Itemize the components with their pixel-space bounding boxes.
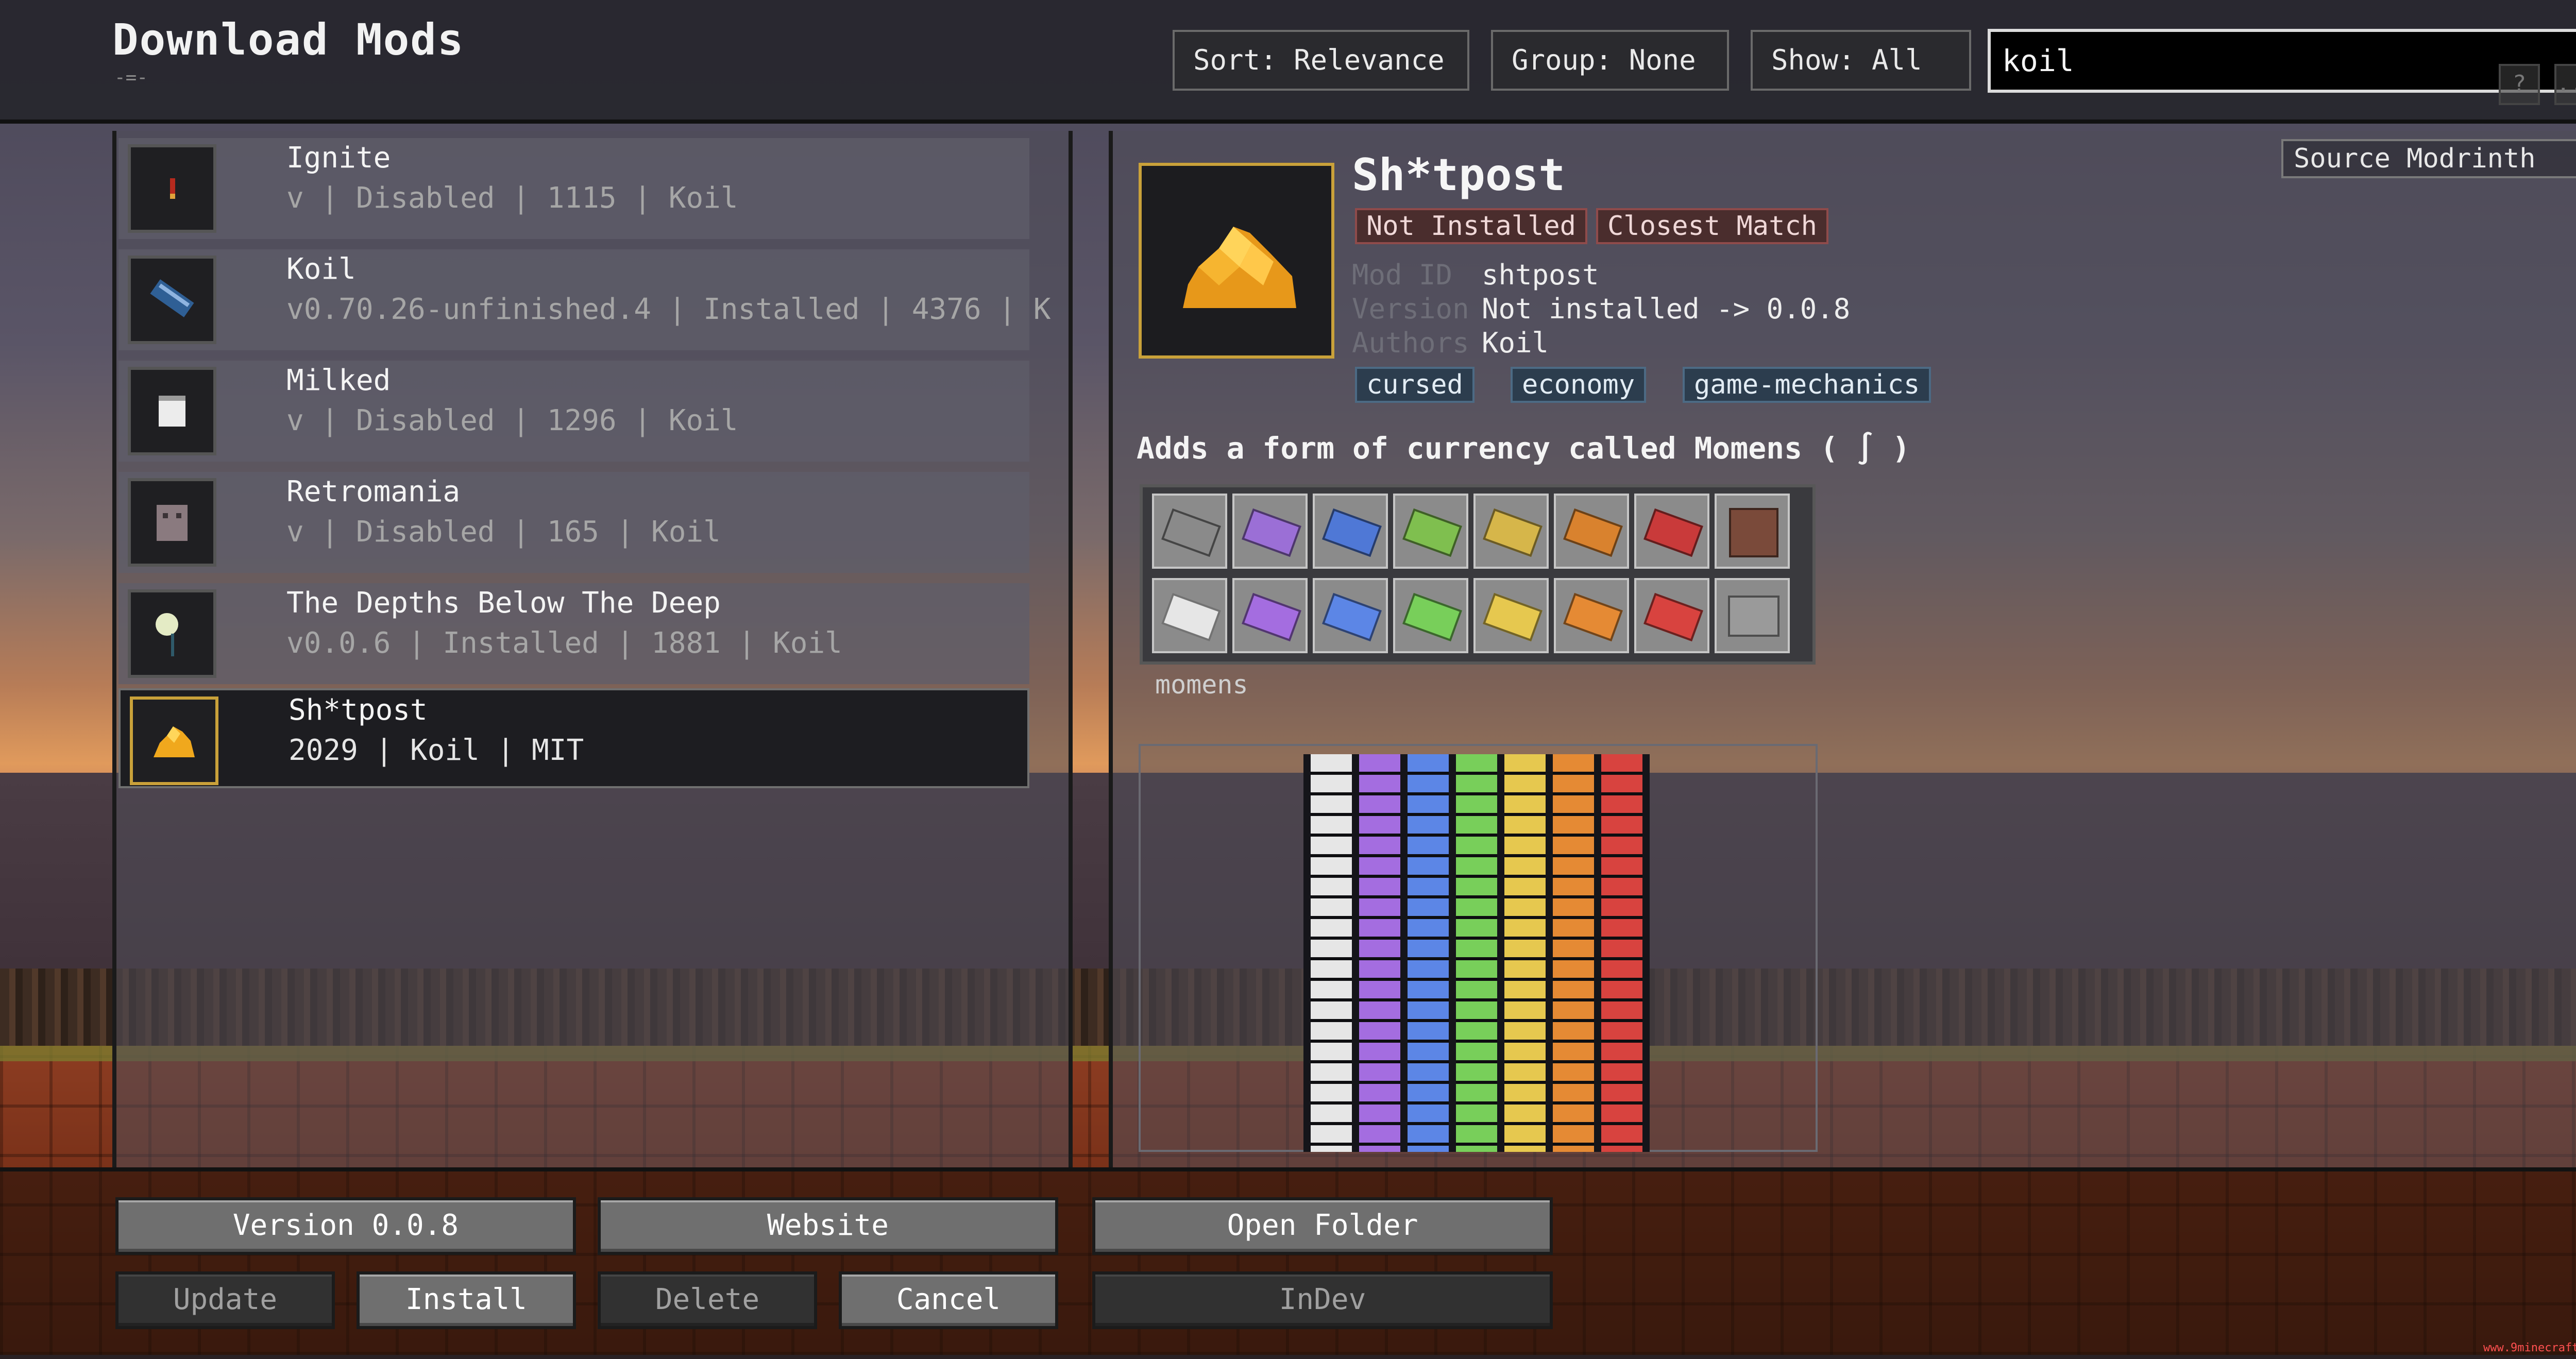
version-value: Not installed -> 0.0.8 — [1482, 293, 1851, 325]
item-slot — [1393, 494, 1468, 569]
version-button[interactable]: Version 0.0.8 — [115, 1197, 576, 1255]
flower-icon — [128, 589, 216, 678]
banknote-stack-icon — [1643, 592, 1703, 642]
mod-name: Ignite — [286, 141, 391, 175]
sort-button[interactable]: Sort: Relevance — [1173, 30, 1469, 91]
banknote-stack-icon — [1483, 592, 1543, 642]
mod-row-depths[interactable]: The Depths Below The Deep v0.0.6 | Insta… — [118, 583, 1029, 684]
mod-meta: v0.70.26-unfinished.4 | Installed | 4376… — [286, 293, 1051, 326]
mod-name: Sh*tpost — [289, 693, 428, 727]
footer-bar — [0, 1167, 2576, 1359]
item-slot — [1473, 494, 1549, 569]
ignite-icon — [128, 144, 216, 233]
retromania-icon — [128, 478, 216, 567]
banknote-icon — [1643, 508, 1703, 557]
item-slot — [1313, 494, 1388, 569]
wallet-icon — [1729, 508, 1778, 557]
item-slot — [1715, 578, 1790, 653]
banknote-column — [1553, 754, 1594, 1152]
group-button[interactable]: Group: None — [1491, 30, 1729, 91]
mod-name: Retromania — [286, 475, 461, 508]
status-badge: Not Installed — [1355, 208, 1587, 244]
banknote-icon — [1322, 508, 1382, 557]
item-slot — [1715, 494, 1790, 569]
item-slot — [1634, 494, 1709, 569]
mod-meta: v | Disabled | 1296 | Koil — [286, 404, 738, 437]
gold-pile-icon — [130, 697, 218, 785]
mod-id-label: Mod ID — [1352, 259, 1453, 291]
banknote-column — [1504, 754, 1546, 1152]
page-title: Download Mods — [112, 14, 465, 65]
mod-row-retromania[interactable]: Retromania v | Disabled | 165 | Koil — [118, 472, 1029, 573]
mod-row-milked[interactable]: Milked v | Disabled | 1296 | Koil — [118, 361, 1029, 462]
mod-description: Adds a form of currency called Momens ( … — [1137, 431, 1910, 466]
authors-label: Authors — [1352, 327, 1469, 359]
koil-icon — [128, 256, 216, 344]
banknote-icon — [1402, 508, 1462, 557]
banknote-stack-icon — [1161, 592, 1221, 642]
mod-name: The Depths Below The Deep — [286, 586, 721, 620]
item-slot — [1554, 494, 1629, 569]
indev-button[interactable]: InDev — [1092, 1271, 1553, 1329]
watermark-text: www.9minecraft.net — [2483, 1341, 2576, 1354]
banknote-column — [1408, 754, 1449, 1152]
mod-row-koil[interactable]: Koil v0.70.26-unfinished.4 | Installed |… — [118, 249, 1050, 350]
item-slot — [1473, 578, 1549, 653]
banknote-stack-icon — [1242, 592, 1301, 642]
banknote-column — [1359, 754, 1400, 1152]
briefcase-icon — [1728, 596, 1780, 637]
momens-preview-image — [1303, 754, 1650, 1152]
search-input[interactable]: koil — [1988, 29, 2576, 93]
more-button[interactable]: ... — [2554, 64, 2576, 105]
delete-button[interactable]: Delete — [598, 1271, 817, 1329]
mod-meta: 2029 | Koil | MIT — [289, 734, 584, 767]
mod-meta: v | Disabled | 165 | Koil — [286, 515, 721, 549]
banknote-stack-icon — [1322, 592, 1382, 642]
item-slot — [1634, 578, 1709, 653]
banknote-column — [1601, 754, 1642, 1152]
open-folder-button[interactable]: Open Folder — [1092, 1197, 1553, 1255]
banknote-icon — [1242, 508, 1301, 557]
authors-value: Koil — [1482, 327, 1549, 359]
banknote-icon — [1161, 508, 1221, 557]
mod-title: Sh*tpost — [1352, 149, 1566, 201]
help-button[interactable]: ? — [2499, 64, 2540, 105]
currency-item-grid — [1140, 484, 1816, 665]
banknote-column — [1311, 754, 1352, 1152]
mod-meta: v | Disabled | 1115 | Koil — [286, 181, 738, 215]
version-label: Version — [1352, 293, 1469, 325]
banknote-stack-icon — [1402, 592, 1462, 642]
page-subtitle: -=- — [114, 67, 148, 88]
match-badge: Closest Match — [1596, 208, 1828, 244]
item-slot — [1152, 578, 1227, 653]
tag-game-mechanics[interactable]: game-mechanics — [1683, 367, 1931, 403]
item-slot — [1152, 494, 1227, 569]
item-slot — [1393, 578, 1468, 653]
banknote-icon — [1563, 508, 1623, 557]
banknote-icon — [1483, 508, 1543, 557]
mod-row-ignite[interactable]: Ignite v | Disabled | 1115 | Koil — [118, 138, 1029, 239]
update-button[interactable]: Update — [115, 1271, 335, 1329]
mod-meta: v0.0.6 | Installed | 1881 | Koil — [286, 626, 842, 660]
show-button[interactable]: Show: All — [1751, 30, 1971, 91]
item-slot — [1232, 494, 1308, 569]
gold-pile-icon — [1139, 163, 1334, 359]
website-button[interactable]: Website — [598, 1197, 1058, 1255]
mod-name: Koil — [286, 252, 356, 286]
mod-row-shtpost[interactable]: Sh*tpost 2029 | Koil | MIT — [118, 688, 1029, 788]
item-slot — [1313, 578, 1388, 653]
mod-name: Milked — [286, 364, 391, 397]
mod-id-value: shtpost — [1482, 259, 1599, 291]
banknote-column — [1456, 754, 1497, 1152]
cancel-button[interactable]: Cancel — [839, 1271, 1058, 1329]
tag-economy[interactable]: economy — [1511, 367, 1647, 403]
install-button[interactable]: Install — [357, 1271, 576, 1329]
item-slot — [1554, 578, 1629, 653]
bucket-icon — [128, 367, 216, 455]
tag-cursed[interactable]: cursed — [1355, 367, 1475, 403]
item-slot — [1232, 578, 1308, 653]
banknote-stack-icon — [1563, 592, 1623, 642]
source-button[interactable]: Source Modrinth — [2281, 139, 2576, 178]
gallery-caption: momens — [1155, 670, 1248, 700]
